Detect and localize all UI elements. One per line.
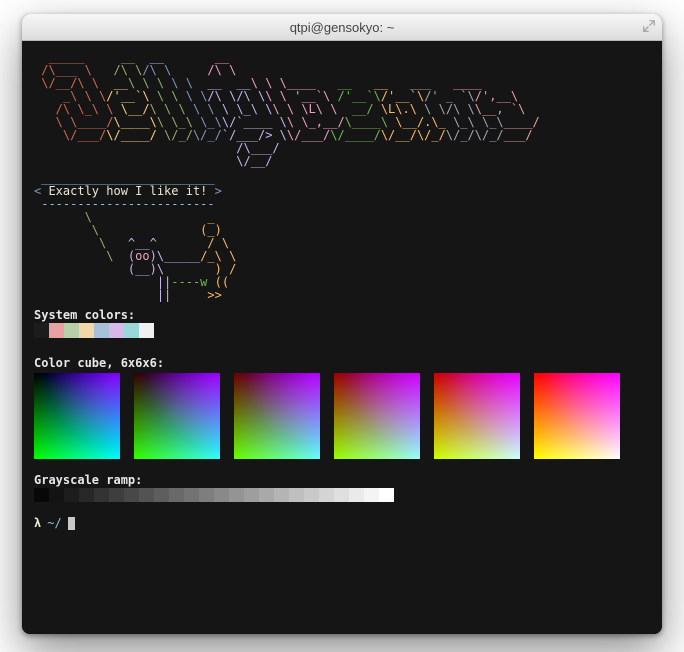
grayscale-step: [199, 488, 214, 502]
grayscale-step: [379, 488, 394, 502]
grayscale-step: [34, 488, 49, 502]
color-cube-block: [34, 373, 120, 459]
grayscale-step: [64, 488, 79, 502]
grayscale-step: [214, 488, 229, 502]
system-color-swatch: [79, 323, 94, 338]
system-color-swatch: [109, 323, 124, 338]
grayscale-step: [109, 488, 124, 502]
system-color-swatch: [49, 323, 64, 338]
color-cube-block: [534, 373, 620, 459]
grayscale-step: [154, 488, 169, 502]
grayscale-step: [139, 488, 154, 502]
grayscale-step: [334, 488, 349, 502]
terminal-body[interactable]: _____ __ __ __ /\___ \ /\ \/\ \ /\ \ \/_…: [22, 41, 662, 634]
system-colors-row: [34, 323, 650, 338]
color-cube-row: [34, 373, 650, 459]
window-titlebar[interactable]: qtpi@gensokyo: ~: [22, 14, 662, 41]
grayscale-step: [304, 488, 319, 502]
grayscale-step: [244, 488, 259, 502]
grayscale-step: [319, 488, 334, 502]
grayscale-step: [274, 488, 289, 502]
color-cube-label: Color cube, 6x6x6:: [34, 356, 650, 370]
maximize-icon[interactable]: [642, 19, 656, 33]
grayscale-step: [49, 488, 64, 502]
grayscale-step: [184, 488, 199, 502]
ascii-cowsay: ________________________ < Exactly how I…: [34, 172, 650, 302]
system-colors-label: System colors:: [34, 308, 650, 322]
system-color-swatch: [124, 323, 139, 338]
grayscale-step: [289, 488, 304, 502]
terminal-window: qtpi@gensokyo: ~ _____ __ __ __ /\___ \ …: [22, 14, 662, 634]
ascii-banner: _____ __ __ __ /\___ \ /\ \/\ \ /\ \ \/_…: [34, 51, 650, 168]
prompt-symbol: λ: [34, 516, 41, 530]
grayscale-step: [259, 488, 274, 502]
window-title: qtpi@gensokyo: ~: [290, 20, 395, 35]
speech-bubble-text: Exactly how I like it!: [48, 184, 207, 198]
system-color-swatch: [34, 323, 49, 338]
grayscale-step: [79, 488, 94, 502]
prompt-path: ~/: [47, 516, 61, 530]
color-cube-block: [334, 373, 420, 459]
grayscale-step: [364, 488, 379, 502]
color-cube-block: [434, 373, 520, 459]
system-color-swatch: [64, 323, 79, 338]
color-cube-block: [234, 373, 320, 459]
text-cursor: [68, 517, 75, 530]
grayscale-step: [94, 488, 109, 502]
system-color-swatch: [139, 323, 154, 338]
grayscale-ramp: [34, 488, 394, 502]
grayscale-step: [349, 488, 364, 502]
grayscale-label: Grayscale ramp:: [34, 473, 650, 487]
color-cube-block: [134, 373, 220, 459]
grayscale-step: [169, 488, 184, 502]
prompt-line[interactable]: λ ~/: [34, 516, 650, 530]
system-color-swatch: [94, 323, 109, 338]
grayscale-step: [229, 488, 244, 502]
grayscale-step: [124, 488, 139, 502]
